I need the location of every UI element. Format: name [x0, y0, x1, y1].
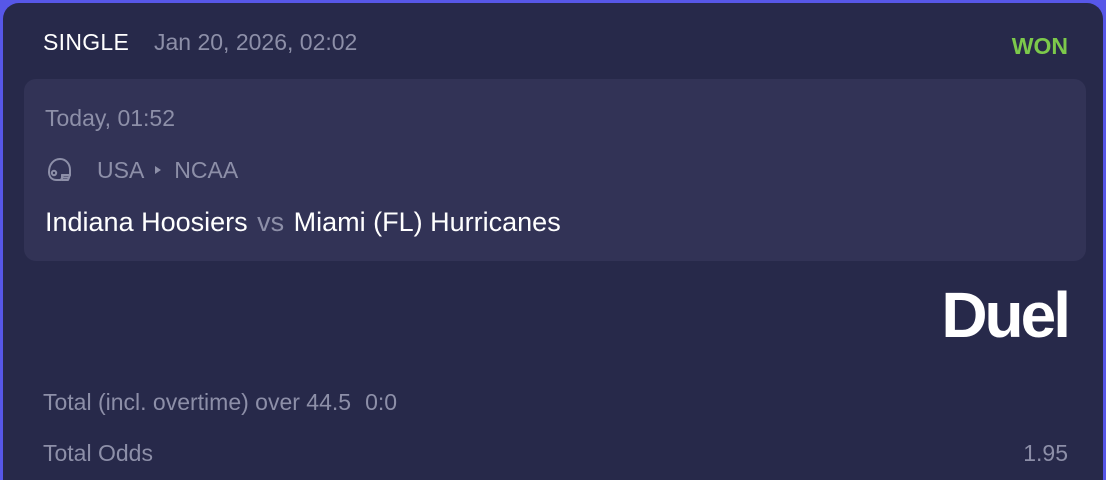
home-team-name: Indiana Hoosiers: [45, 207, 248, 237]
versus-label: vs: [257, 207, 285, 237]
selection-line: Total (incl. overtime) over 44.5 0:0: [43, 389, 397, 416]
away-team-name: Miami (FL) Hurricanes: [293, 207, 561, 237]
event-time: Today, 01:52: [45, 105, 176, 131]
bet-card[interactable]: SINGLE Jan 20, 2026, 02:02 WON Today, 01…: [3, 3, 1103, 480]
event-panel[interactable]: Today, 01:52 USA NCAA Indiana Hoosiers v…: [24, 79, 1086, 261]
total-odds-label: Total Odds: [43, 440, 153, 466]
status-badge: WON: [1011, 33, 1068, 59]
bet-placed-date: Jan 20, 2026, 02:02: [154, 29, 358, 55]
brand-logo: Duel: [941, 279, 1071, 351]
country-label: USA: [97, 156, 145, 183]
total-odds-value: 1.95: [1023, 440, 1068, 466]
market-selection: Total (incl. overtime) over 44.5: [43, 389, 352, 415]
chevron-right-icon: [155, 166, 162, 174]
league-label: NCAA: [174, 156, 239, 183]
score-label: 0:0: [365, 389, 398, 415]
football-helmet-icon: [48, 158, 71, 181]
matchup-title[interactable]: Indiana Hoosiers vs Miami (FL) Hurricane…: [45, 207, 561, 238]
breadcrumb: USA NCAA: [45, 155, 238, 185]
bet-type-label: SINGLE: [43, 29, 130, 55]
